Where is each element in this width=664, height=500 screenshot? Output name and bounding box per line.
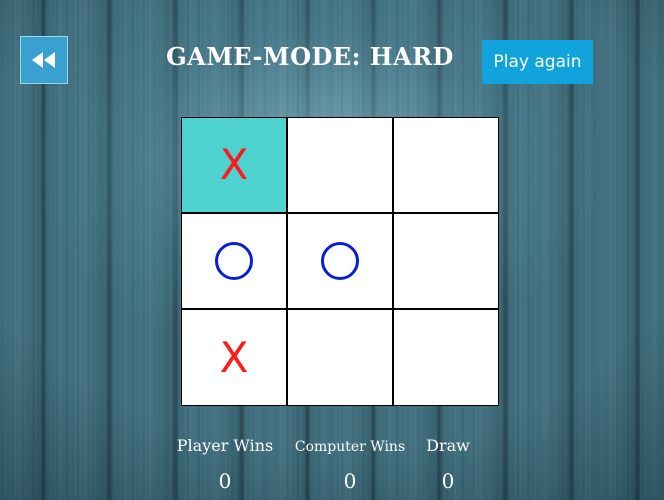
rewind-icon [32, 52, 55, 68]
board-cell-3[interactable] [393, 117, 499, 213]
draw-stat: Draw 0 [420, 436, 476, 493]
board-cell-1[interactable]: X [181, 117, 287, 213]
play-again-button[interactable]: Play again [482, 40, 593, 84]
board-cell-9[interactable] [393, 309, 499, 406]
o-mark [215, 242, 253, 280]
board-cell-2[interactable] [287, 117, 393, 213]
computer-wins-stat: Computer Wins 0 [288, 436, 412, 493]
draw-label: Draw [426, 436, 470, 455]
game-mode-title: GAME-MODE: HARD [166, 42, 454, 71]
board-cell-4[interactable] [181, 213, 287, 309]
computer-wins-label: Computer Wins [294, 439, 406, 455]
x-mark: X [219, 140, 249, 189]
board-cell-7[interactable]: X [181, 309, 287, 406]
computer-wins-value: 0 [343, 469, 357, 493]
back-button[interactable] [20, 36, 68, 84]
draw-value: 0 [441, 469, 455, 493]
game-board: X X [181, 117, 499, 406]
o-mark [321, 242, 359, 280]
player-wins-stat: Player Wins 0 [170, 436, 280, 493]
player-wins-label: Player Wins [176, 436, 274, 455]
board-cell-5[interactable] [287, 213, 393, 309]
board-cell-6[interactable] [393, 213, 499, 309]
player-wins-value: 0 [218, 469, 232, 493]
x-mark: X [219, 332, 249, 382]
board-cell-8[interactable] [287, 309, 393, 406]
